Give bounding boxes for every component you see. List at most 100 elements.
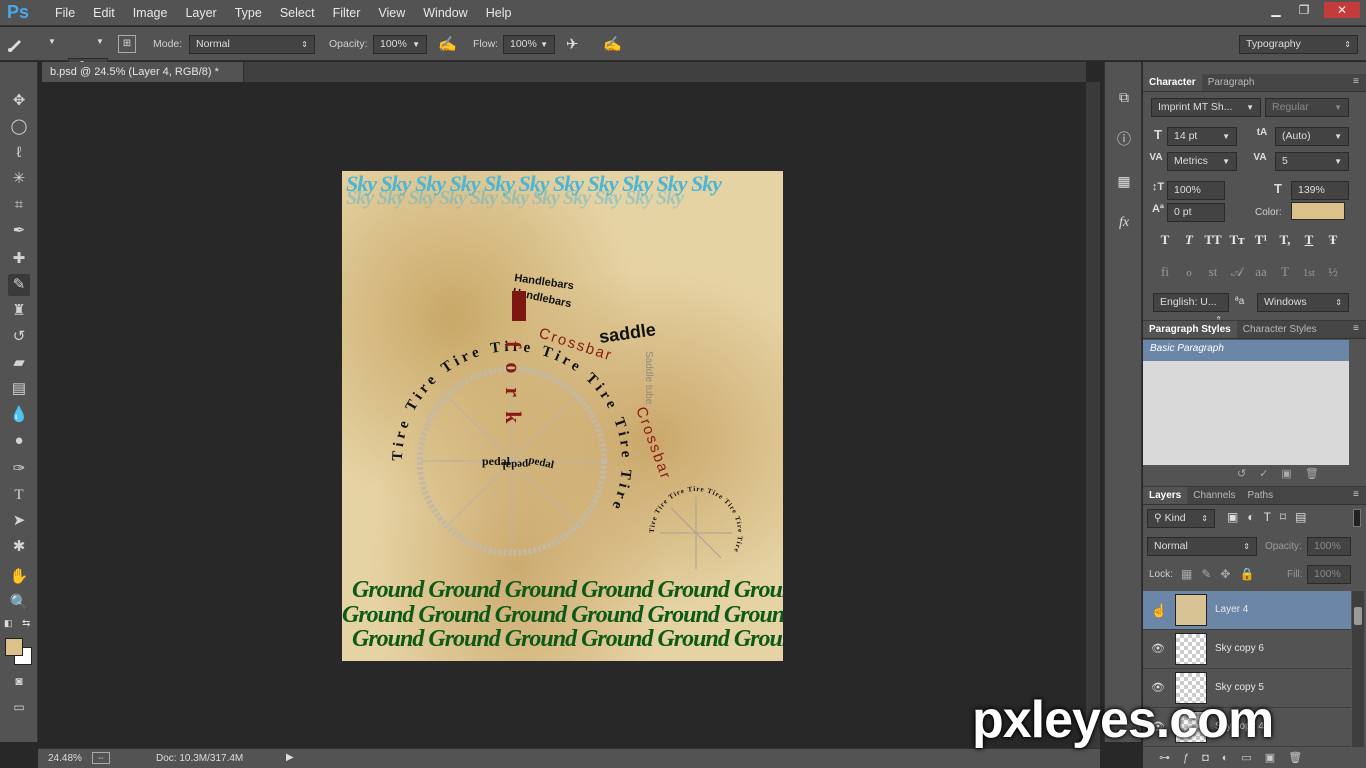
layer-filter-icons[interactable]: ▣◐T⌑▤ <box>1227 510 1315 524</box>
crop-tool-icon[interactable]: ⌗ <box>8 194 30 216</box>
default-colors-icon[interactable]: ◧ <box>4 618 13 629</box>
font-family-dropdown[interactable]: Imprint MT Sh... ▼ <box>1151 98 1261 117</box>
history-panel-icon[interactable]: ⧉ <box>1113 86 1135 108</box>
tab-channels[interactable]: Channels <box>1187 487 1241 504</box>
zoom-level[interactable]: 24.48% <box>48 753 82 764</box>
tab-character[interactable]: Character <box>1143 74 1202 91</box>
kerning-dropdown[interactable]: Metrics ▼ <box>1167 152 1237 171</box>
opacity-field[interactable]: 100% ▼ <box>373 35 427 54</box>
ligatures-button[interactable]: fi <box>1153 264 1177 280</box>
swap-colors-icon[interactable]: ⇆ <box>22 618 30 629</box>
language-dropdown[interactable]: English: U... ⇕ <box>1153 293 1229 324</box>
tab-paragraph-styles[interactable]: Paragraph Styles <box>1143 321 1237 338</box>
pen-tool-icon[interactable]: ✑ <box>8 458 30 480</box>
eyedropper-tool-icon[interactable]: ✒ <box>8 220 30 242</box>
eraser-tool-icon[interactable]: ▰ <box>8 352 30 374</box>
elliptical-marquee-tool-icon[interactable]: ◯ <box>8 116 30 138</box>
fractions-button[interactable]: ½ <box>1321 264 1345 280</box>
chevron-down-icon[interactable]: ▼ <box>48 37 56 46</box>
swatches-panel-icon[interactable]: ▦ <box>1113 170 1135 192</box>
strikethrough-button[interactable]: Ŧ <box>1321 232 1345 248</box>
faux-bold-button[interactable]: T <box>1153 232 1177 248</box>
magic-wand-tool-icon[interactable]: ✳ <box>8 168 30 190</box>
dodge-tool-icon[interactable]: ● <box>8 430 30 452</box>
subscript-button[interactable]: T, <box>1273 232 1297 248</box>
pressure-size-icon[interactable]: ✍ <box>603 35 622 53</box>
underline-button[interactable]: T <box>1297 232 1321 248</box>
foreground-color-swatch[interactable] <box>5 638 23 656</box>
info-panel-icon[interactable]: ⓘ <box>1113 128 1135 150</box>
tab-character-styles[interactable]: Character Styles <box>1237 321 1323 338</box>
move-tool-icon[interactable]: ✥ <box>8 90 30 112</box>
pressure-opacity-icon[interactable]: ✍ <box>438 35 457 53</box>
menu-view[interactable]: View <box>369 5 414 21</box>
clone-stamp-tool-icon[interactable]: ♜ <box>8 300 30 322</box>
panel-menu-icon[interactable]: ≡ <box>1353 323 1359 334</box>
tracking-field[interactable]: 5 ▼ <box>1275 152 1349 171</box>
panel-menu-icon[interactable]: ≡ <box>1353 489 1359 500</box>
vertical-scrollbar[interactable] <box>1086 82 1100 748</box>
path-selection-tool-icon[interactable]: ➤ <box>8 510 30 532</box>
mode-dropdown[interactable]: Normal ⇕ <box>189 35 315 54</box>
font-size-field[interactable]: 14 pt ▼ <box>1167 127 1237 146</box>
menu-edit[interactable]: Edit <box>84 5 124 21</box>
horizontal-scale-field[interactable]: 139% <box>1291 181 1349 200</box>
layers-opacity-field[interactable]: 100% <box>1307 537 1351 556</box>
menu-type[interactable]: Type <box>226 5 271 21</box>
status-menu-icon[interactable]: ⇔ <box>92 752 110 764</box>
layers-scrollbar[interactable] <box>1352 591 1364 747</box>
quick-mask-icon[interactable]: ◙ <box>8 670 30 692</box>
document-tab[interactable]: b.psd @ 24.5% (Layer 4, RGB/8) * × <box>42 62 244 98</box>
restore-button[interactable]: ❐ <box>1290 2 1318 18</box>
panel-menu-icon[interactable]: ≡ <box>1353 76 1359 87</box>
menu-layer[interactable]: Layer <box>176 5 225 21</box>
menu-help[interactable]: Help <box>477 5 521 21</box>
ordinals-button[interactable]: 1st <box>1297 268 1321 279</box>
healing-brush-tool-icon[interactable]: ✚ <box>8 248 30 270</box>
baseline-shift-field[interactable]: 0 pt <box>1167 203 1225 222</box>
layer-row-selected[interactable]: ☝ Layer 4 <box>1143 591 1351 630</box>
history-brush-tool-icon[interactable]: ↺ <box>8 326 30 348</box>
zoom-tool-icon[interactable]: 🔍 <box>8 592 30 614</box>
tab-layers[interactable]: Layers <box>1143 487 1188 504</box>
status-arrow-icon[interactable]: ▶ <box>286 752 294 763</box>
flow-field[interactable]: 100% ▼ <box>503 35 555 54</box>
styles-panel-icon[interactable]: fx <box>1113 212 1135 234</box>
small-caps-button[interactable]: Tт <box>1225 232 1249 248</box>
type-tool-icon[interactable]: T <box>8 484 30 506</box>
layer-filter-dropdown[interactable]: ⚲ Kind ⇕ <box>1147 509 1215 528</box>
blur-tool-icon[interactable]: 💧 <box>8 404 30 426</box>
menu-file[interactable]: File <box>46 5 84 21</box>
chevron-down-icon[interactable]: ▼ <box>96 37 104 46</box>
titling-alternates-button[interactable]: T <box>1273 264 1297 280</box>
brush-panel-toggle-icon[interactable]: ⊞ <box>118 35 136 53</box>
text-color-swatch[interactable] <box>1291 202 1345 220</box>
superscript-button[interactable]: T¹ <box>1249 232 1273 248</box>
brush-tool-icon[interactable]: ✎ <box>8 274 30 296</box>
styles-footer-icons[interactable]: ↺✓▣🗑 <box>1237 467 1332 480</box>
lock-icons[interactable]: ▦✎✥🔒 <box>1181 567 1263 581</box>
list-item[interactable]: Basic Paragraph <box>1143 340 1349 361</box>
vertical-scale-field[interactable]: 100% <box>1167 181 1225 200</box>
tab-paths[interactable]: Paths <box>1242 487 1280 504</box>
menu-window[interactable]: Window <box>414 5 476 21</box>
old-style-button[interactable]: ℴ <box>1177 264 1201 280</box>
document-canvas[interactable]: Sky Sky Sky Sky Sky Sky Sky Sky Sky Sky … <box>342 171 783 661</box>
blend-mode-dropdown[interactable]: Normal ⇕ <box>1147 537 1257 556</box>
fill-field[interactable]: 100% <box>1307 565 1351 584</box>
all-caps-button[interactable]: TT <box>1201 232 1225 248</box>
hand-tool-icon[interactable]: ✋ <box>8 566 30 588</box>
leading-field[interactable]: (Auto) ▼ <box>1275 127 1349 146</box>
minimize-button[interactable]: ▁ <box>1262 2 1290 18</box>
gradient-tool-icon[interactable]: ▤ <box>8 378 30 400</box>
eye-icon[interactable]: 👁 <box>1151 642 1165 656</box>
lasso-tool-icon[interactable]: ℓ <box>8 142 30 164</box>
layers-footer-icons[interactable]: ⊶ƒ◘◐▭▣🗑 <box>1159 751 1315 764</box>
antialias-dropdown[interactable]: Windows ⇕ <box>1257 293 1349 312</box>
airbrush-icon[interactable]: ✈ <box>566 35 579 53</box>
screen-mode-icon[interactable]: ▭ <box>8 696 30 718</box>
layers-scrollbar-thumb[interactable] <box>1354 607 1362 625</box>
brush-tool-preset-icon[interactable] <box>6 35 24 53</box>
tab-paragraph[interactable]: Paragraph <box>1202 74 1261 91</box>
menu-filter[interactable]: Filter <box>324 5 370 21</box>
